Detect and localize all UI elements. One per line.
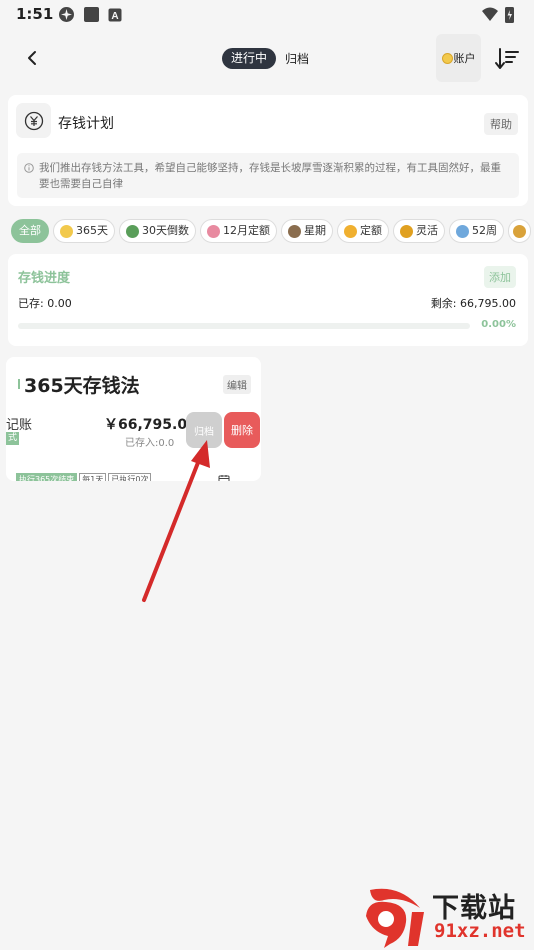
svg-text:A: A xyxy=(111,11,118,22)
chip-label: 52周 xyxy=(472,224,497,237)
plan-accent-bar xyxy=(18,379,20,389)
remaining-amount: 剩余: 66,795.00 xyxy=(430,297,516,310)
square-notification-icon xyxy=(84,7,99,22)
tag-executed-count: 已执行0次 xyxy=(108,473,152,481)
chip-all[interactable]: 全部 xyxy=(11,219,49,243)
status-indicators xyxy=(480,6,520,28)
coin-icon xyxy=(441,52,453,64)
archive-label: 归档 xyxy=(194,426,214,438)
chip-label: 12月定额 xyxy=(223,224,270,237)
intro-title: 存钱计划 xyxy=(58,116,114,132)
plan-target-amount: ￥66,795.00 xyxy=(104,417,197,433)
savings-plan-intro-card: 存钱计划 帮助 我们推出存钱方法工具，希望自己能够坚持，存钱是长坡厚雪逐渐积累的… xyxy=(8,95,528,206)
add-plan-button[interactable]: 添加 xyxy=(484,266,516,288)
account-button[interactable]: 账户 xyxy=(436,34,481,82)
chip-label: 定额 xyxy=(360,224,382,237)
plan-saved-in: 已存入:0.0 xyxy=(125,438,175,449)
plan-type-filter: 全部 365天 30天倒数 12月定额 星期 定额 灵活 52周 xyxy=(11,219,534,243)
status-time: 1:51 xyxy=(16,5,54,23)
intro-tip-text: 我们推出存钱方法工具，希望自己能够坚持，存钱是长坡厚雪逐渐积累的过程，有工具固然… xyxy=(39,162,501,190)
chip-label: 灵活 xyxy=(416,224,438,237)
chip-12-month-fixed[interactable]: 12月定额 xyxy=(200,219,277,243)
plan-tags: 执行365次结束 每1天 已执行0次 xyxy=(16,473,153,481)
edit-button[interactable]: 编辑 xyxy=(223,375,251,394)
chip-52-weeks[interactable]: 52周 xyxy=(449,219,504,243)
tag-total-runs: 执行365次结束 xyxy=(16,473,78,481)
mode-tag: 式 xyxy=(6,432,20,445)
emoji-icon xyxy=(126,224,139,238)
chip-365-days[interactable]: 365天 xyxy=(53,219,115,243)
account-label: 账户 xyxy=(453,52,476,65)
chip-label: 星期 xyxy=(304,224,326,237)
tab-in-progress[interactable]: 进行中 xyxy=(222,47,277,69)
intro-tip: 我们推出存钱方法工具，希望自己能够坚持，存钱是长坡厚雪逐渐积累的过程，有工具固然… xyxy=(17,153,519,198)
emoji-icon xyxy=(207,224,220,238)
top-bar: 进行中 归档 账户 xyxy=(0,34,534,82)
chip-flexible[interactable]: 灵活 xyxy=(393,219,445,243)
status-bar: 1:51 A xyxy=(0,0,534,30)
progress-percent: 0.00% xyxy=(481,319,516,330)
yen-icon xyxy=(16,103,51,138)
delete-button[interactable]: 删除 xyxy=(224,412,260,448)
progress-bar xyxy=(18,323,470,329)
chip-label: 365天 xyxy=(76,224,108,237)
delete-label: 删除 xyxy=(231,424,253,437)
app-notification-icon xyxy=(59,7,74,22)
watermark: 下载站 91xz.net xyxy=(362,886,532,948)
emoji-icon xyxy=(288,224,301,238)
watermark-url: 91xz.net xyxy=(434,920,526,942)
yen-circle-icon xyxy=(24,111,43,130)
tab-archived[interactable]: 归档 xyxy=(285,50,309,67)
back-arrow-icon xyxy=(28,51,36,65)
chip-label: 30天倒数 xyxy=(142,224,189,237)
savings-progress-card: 存钱进度 添加 已存: 0.00 剩余: 66,795.00 0.00% xyxy=(8,254,528,346)
emoji-icon xyxy=(400,224,413,238)
chip-fixed-amount[interactable]: 定额 xyxy=(337,219,389,243)
plan-name: 365天存钱法 xyxy=(24,375,140,397)
emoji-icon xyxy=(60,224,73,238)
emoji-icon xyxy=(344,224,357,238)
saved-amount: 已存: 0.00 xyxy=(18,297,72,310)
archive-button[interactable]: 归档 xyxy=(186,412,222,448)
calendar-icon[interactable] xyxy=(218,474,230,481)
wifi-battery-icon xyxy=(482,7,514,23)
plan-card-365-days[interactable]: 365天存钱法 编辑 记账 式 ￥66,795.00 已存入:0.0 归档 删除… xyxy=(6,357,261,481)
help-button[interactable]: 帮助 xyxy=(484,113,518,135)
a-notification-icon: A xyxy=(108,8,122,22)
tag-frequency: 每1天 xyxy=(79,473,107,481)
watermark-logo-icon xyxy=(366,888,424,948)
status-segment: 进行中 归档 xyxy=(222,47,309,69)
progress-title: 存钱进度 xyxy=(18,271,71,286)
chip-30-day-countdown[interactable]: 30天倒数 xyxy=(119,219,196,243)
emoji-icon xyxy=(513,224,526,238)
emoji-icon xyxy=(456,224,469,238)
chip-label: 全部 xyxy=(19,224,41,237)
chip-weekday[interactable]: 星期 xyxy=(281,219,333,243)
chip-more[interactable] xyxy=(508,219,531,243)
sort-icon[interactable] xyxy=(494,46,520,72)
info-icon xyxy=(24,163,34,173)
bookkeep-label[interactable]: 记账 xyxy=(6,414,32,433)
screen: 1:51 A 进行中 归档 账户 存钱计划 帮助 我们推出存钱方法工具，希望自己… xyxy=(0,0,534,950)
back-button[interactable] xyxy=(18,44,46,72)
